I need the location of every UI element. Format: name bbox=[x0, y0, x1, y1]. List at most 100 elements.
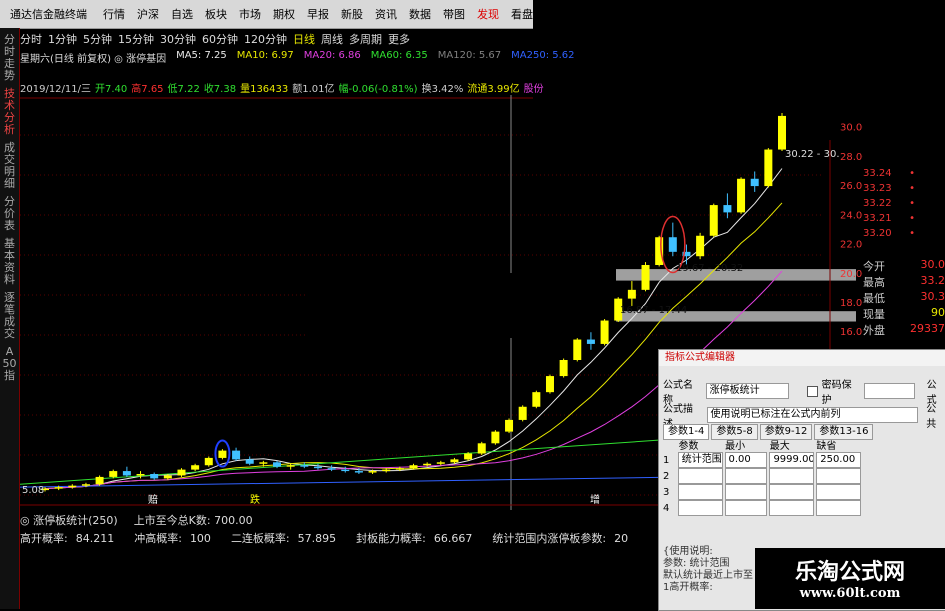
param-cell-name[interactable]: 统计范围 bbox=[678, 452, 723, 468]
candle-body bbox=[642, 265, 650, 290]
menu-item-7[interactable]: 新股 bbox=[335, 6, 369, 22]
param-cell-max[interactable] bbox=[769, 484, 814, 500]
menu-item-5[interactable]: 期权 bbox=[267, 6, 301, 22]
stat-item: 统计范围内涨停板参数:20 bbox=[492, 530, 628, 546]
right-price-row: 33.23• bbox=[863, 183, 945, 198]
formula-desc-input[interactable]: 使用说明已标注在公式内前列 bbox=[707, 407, 919, 423]
info-item: 量136433 bbox=[240, 80, 288, 95]
timeframe-7[interactable]: 日线 bbox=[293, 31, 315, 47]
timeframe-4[interactable]: 30分钟 bbox=[160, 31, 196, 47]
formula-name-input[interactable]: 涨停板统计 bbox=[706, 383, 789, 399]
timeframe-8[interactable]: 周线 bbox=[321, 31, 343, 47]
param-row-index: 2 bbox=[663, 471, 678, 482]
stat-value: 100 bbox=[190, 532, 211, 545]
timeframe-2[interactable]: 5分钟 bbox=[83, 31, 112, 47]
left-tab-6[interactable]: A50指 bbox=[3, 346, 17, 382]
info-item: 收7.38 bbox=[204, 80, 236, 95]
timeframe-9[interactable]: 多周期 bbox=[349, 31, 382, 47]
price-axis-tick: 30.00 bbox=[840, 123, 863, 134]
quote-panel: 今开30.0最高33.2最低30.3现量90外盘29337 bbox=[863, 258, 945, 338]
candle-body bbox=[191, 465, 199, 469]
candle-body bbox=[109, 471, 117, 477]
menu-item-8[interactable]: 资讯 bbox=[369, 6, 403, 22]
candle-body bbox=[369, 471, 377, 472]
password-checkbox[interactable] bbox=[807, 386, 818, 397]
param-cell-max[interactable] bbox=[769, 500, 814, 516]
timeframe-1[interactable]: 1分钟 bbox=[48, 31, 77, 47]
price-axis-tick: 28.00 bbox=[840, 152, 863, 163]
watermark-banner: 乐淘公式网 www.60lt.com bbox=[755, 548, 945, 609]
candle-body bbox=[573, 340, 581, 360]
menu-item-0[interactable]: 行情 bbox=[97, 6, 131, 22]
timeframe-3[interactable]: 15分钟 bbox=[118, 31, 154, 47]
timeframe-5[interactable]: 60分钟 bbox=[202, 31, 238, 47]
candle-body bbox=[532, 392, 540, 407]
param-cell-def[interactable]: 250.00 bbox=[816, 452, 861, 468]
info-item: 幅-0.06(-0.81%) bbox=[339, 80, 418, 95]
timeframe-10[interactable]: 更多 bbox=[388, 31, 410, 47]
stat-label: 高开概率: bbox=[20, 532, 68, 545]
candle-body bbox=[491, 432, 499, 444]
stat-item: 封板能力概率:66.667 bbox=[356, 530, 472, 546]
menu-item-3[interactable]: 板块 bbox=[199, 6, 233, 22]
left-tab-2[interactable]: 成交明细 bbox=[3, 142, 17, 190]
usage-line-2: 参数: 统计范围 bbox=[663, 558, 753, 570]
param-cell-min[interactable] bbox=[725, 500, 768, 516]
candle-body bbox=[723, 205, 731, 212]
menu-item-9[interactable]: 数据 bbox=[403, 6, 437, 22]
param-table: 参数最小最大缺省1统计范围0.009999.00250.00234 bbox=[663, 436, 863, 516]
info-item: 股份 bbox=[524, 80, 544, 95]
info-item: 2019/12/11/三 bbox=[20, 80, 91, 95]
indicator-name[interactable]: ◎ 涨停板统计(250) bbox=[20, 512, 118, 528]
candle-body bbox=[519, 407, 527, 420]
param-cell-name[interactable] bbox=[678, 484, 723, 500]
password-input[interactable] bbox=[864, 383, 914, 399]
stat-label: 统计范围内涨停板参数: bbox=[492, 532, 606, 545]
param-cell-def[interactable] bbox=[816, 500, 861, 516]
candle-body bbox=[778, 116, 786, 150]
candle-body bbox=[751, 179, 759, 186]
candle-body bbox=[232, 451, 240, 460]
menu-item-13[interactable]: 帮助 bbox=[539, 6, 573, 22]
left-tab-1[interactable]: 技术分析 bbox=[3, 88, 17, 136]
param-cell-max[interactable] bbox=[769, 468, 814, 484]
menu-item-11[interactable]: 发现 bbox=[471, 6, 505, 22]
left-tab-0[interactable]: 分时走势 bbox=[3, 34, 17, 82]
timeframe-0[interactable]: 分时 bbox=[20, 31, 42, 47]
candle-body bbox=[150, 474, 158, 478]
menu-item-2[interactable]: 自选 bbox=[165, 6, 199, 22]
quote-value: 29337 bbox=[910, 322, 945, 338]
right-price-dot: • bbox=[909, 228, 915, 243]
param-header: 最大 bbox=[770, 437, 817, 452]
param-row: 3 bbox=[663, 484, 863, 500]
candle-body bbox=[464, 454, 472, 460]
left-tab-4[interactable]: 基本资料 bbox=[3, 238, 17, 286]
param-cell-def[interactable] bbox=[816, 468, 861, 484]
param-cell-min[interactable] bbox=[725, 484, 768, 500]
left-tab-5[interactable]: 逐笔成交 bbox=[3, 292, 17, 340]
quote-value: 33.2 bbox=[921, 274, 945, 290]
top-price-label: 30.22 - 30. bbox=[785, 149, 840, 160]
menu-item-10[interactable]: 带图 bbox=[437, 6, 471, 22]
menu-item-4[interactable]: 市场 bbox=[233, 6, 267, 22]
timeframe-6[interactable]: 120分钟 bbox=[244, 31, 287, 47]
candle-body bbox=[628, 290, 636, 299]
param-cell-min[interactable]: 0.00 bbox=[725, 452, 768, 468]
left-tab-3[interactable]: 分价表 bbox=[3, 196, 17, 232]
ma-legend-item: MA20: 6.86 bbox=[304, 50, 361, 64]
candle-body bbox=[287, 465, 295, 466]
param-cell-min[interactable] bbox=[725, 468, 768, 484]
price-axis-tick: 22.00 bbox=[840, 240, 863, 251]
menu-item-1[interactable]: 沪深 bbox=[131, 6, 165, 22]
param-cell-name[interactable] bbox=[678, 500, 723, 516]
app-title: 通达信金融终端 bbox=[10, 6, 87, 22]
menu-item-6[interactable]: 早报 bbox=[301, 6, 335, 22]
menu-item-12[interactable]: 看盘 bbox=[505, 6, 539, 22]
param-cell-name[interactable] bbox=[678, 468, 723, 484]
param-cell-max[interactable]: 9999.00 bbox=[769, 452, 814, 468]
candle-body bbox=[478, 443, 486, 453]
param-cell-def[interactable] bbox=[816, 484, 861, 500]
quote-row: 外盘29337 bbox=[863, 322, 945, 338]
price-axis-tick: 26.00 bbox=[840, 181, 863, 192]
quote-key: 最高 bbox=[863, 274, 885, 290]
